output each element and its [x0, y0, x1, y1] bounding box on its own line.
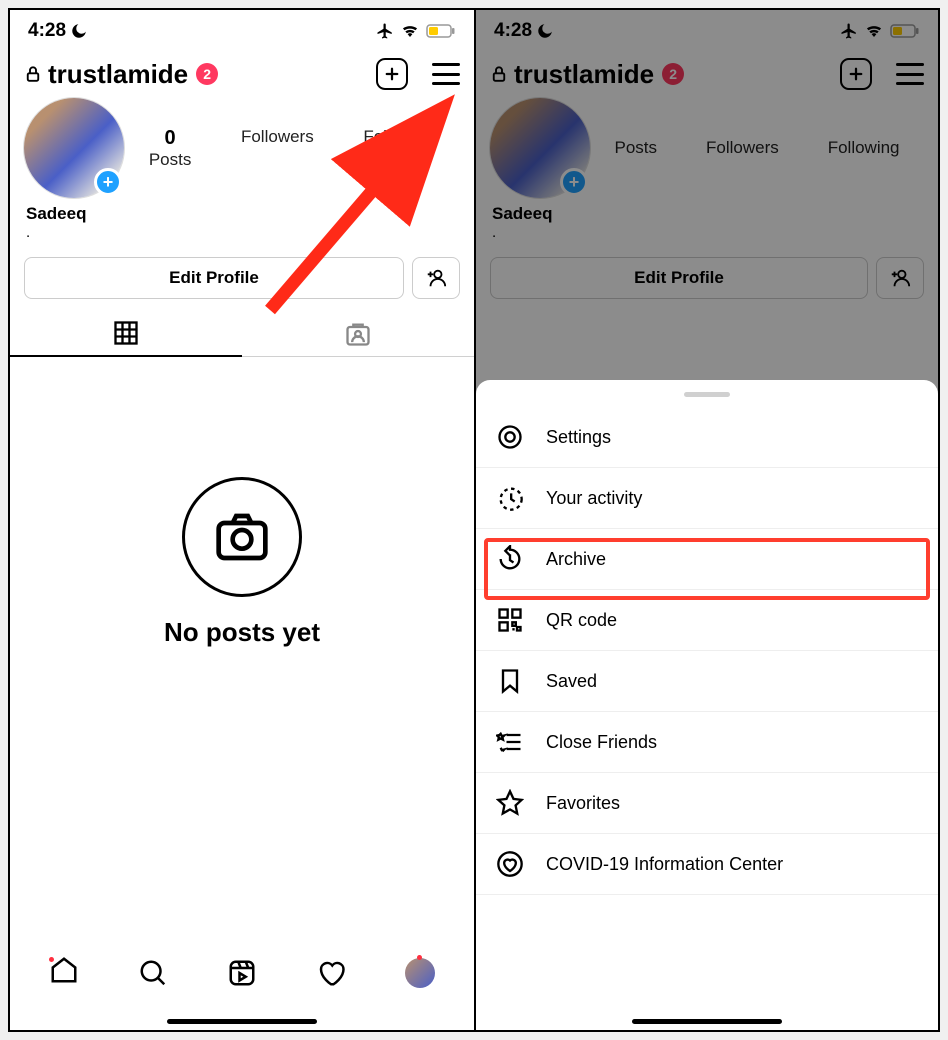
menu-saved[interactable]: Saved: [476, 651, 938, 712]
search-icon[interactable]: [138, 958, 168, 988]
profile-tabs: [10, 309, 474, 357]
menu-favorites[interactable]: Favorites: [476, 773, 938, 834]
followers-stat[interactable]: Followers: [241, 127, 314, 170]
bookmark-icon: [496, 667, 524, 695]
menu-settings[interactable]: Settings: [476, 407, 938, 468]
list-star-icon: [496, 728, 524, 756]
wifi-icon: [400, 23, 420, 39]
archive-icon: [496, 545, 524, 573]
reels-icon[interactable]: [227, 958, 257, 988]
empty-state: No posts yet: [10, 357, 474, 688]
status-bar: 4:28: [10, 10, 474, 46]
camera-icon: [214, 509, 270, 565]
menu-covid[interactable]: COVID-19 Information Center: [476, 834, 938, 895]
avatar[interactable]: +: [24, 98, 124, 198]
menu-activity[interactable]: Your activity: [476, 468, 938, 529]
notification-badge: 2: [196, 63, 218, 85]
bottom-nav: [10, 945, 474, 1008]
profile-stats: + 0 Posts Followers Following: [10, 92, 474, 198]
bio: .: [10, 224, 474, 241]
profile-screen: 4:28 trustlamide 2 +: [10, 10, 474, 1030]
username[interactable]: trustlamide: [48, 59, 188, 90]
grid-icon: [112, 319, 140, 347]
create-button[interactable]: [376, 58, 408, 90]
gear-icon: [496, 423, 524, 451]
airplane-icon: [376, 22, 394, 40]
heart-info-icon: [496, 850, 524, 878]
tagged-icon: [344, 320, 372, 348]
discover-people-button[interactable]: [412, 257, 460, 299]
status-time: 4:28: [28, 20, 66, 42]
add-person-icon: [425, 267, 447, 289]
menu-qr[interactable]: QR code: [476, 590, 938, 651]
menu-sheet: Settings Your activity Archive QR code S…: [476, 380, 938, 1030]
qr-icon: [496, 606, 524, 634]
activity-icon: [496, 484, 524, 512]
grid-tab[interactable]: [10, 309, 242, 357]
tagged-tab[interactable]: [242, 309, 474, 357]
profile-nav-icon[interactable]: [405, 958, 435, 988]
add-story-badge[interactable]: +: [94, 168, 122, 196]
posts-stat[interactable]: 0 Posts: [149, 127, 192, 170]
home-indicator[interactable]: [632, 1019, 782, 1024]
edit-profile-button[interactable]: Edit Profile: [24, 257, 404, 299]
sheet-grabber[interactable]: [684, 392, 730, 397]
dnd-moon-icon: [70, 22, 88, 40]
battery-icon: [426, 24, 456, 38]
profile-header: trustlamide 2: [10, 46, 474, 92]
menu-button[interactable]: [432, 63, 460, 85]
following-stat[interactable]: Following: [363, 127, 435, 170]
menu-close-friends[interactable]: Close Friends: [476, 712, 938, 773]
heart-icon[interactable]: [316, 958, 346, 988]
lock-icon: [24, 64, 42, 84]
empty-text: No posts yet: [164, 617, 320, 648]
menu-sheet-screen: 4:28 trustlamide 2 + Posts Followers Fol…: [474, 10, 938, 1030]
home-indicator[interactable]: [167, 1019, 317, 1024]
menu-archive[interactable]: Archive: [476, 529, 938, 590]
star-icon: [496, 789, 524, 817]
display-name: Sadeeq: [10, 198, 474, 224]
